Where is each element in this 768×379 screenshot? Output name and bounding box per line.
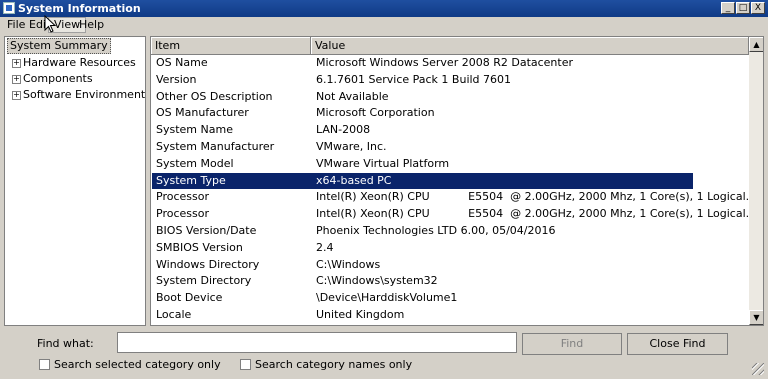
cell-value: VMware Virtual Platform xyxy=(316,156,450,170)
cell-value: Microsoft Windows Server 2008 R2 Datacen… xyxy=(316,56,574,69)
table-row[interactable]: System Manufacturer VMware, Inc. xyxy=(151,139,749,156)
category-tree[interactable]: System Summary + Hardware Resources + Co… xyxy=(4,36,146,326)
find-what-input[interactable] xyxy=(117,332,517,353)
find-button[interactable]: Find xyxy=(522,333,622,355)
table-row[interactable]: Locale United Kingdom xyxy=(151,307,749,324)
table-row[interactable]: BIOS Version/Date Phoenix Technologies LT… xyxy=(151,223,749,240)
cell-item: Version xyxy=(156,72,197,86)
cell-item: OS Name xyxy=(156,56,208,69)
column-header-value[interactable]: Value xyxy=(311,37,749,55)
table-row[interactable]: SMBIOS Version 2.4 xyxy=(151,240,749,257)
cell-item: System Directory xyxy=(156,274,252,288)
details-list[interactable]: Item Value OS Name Microsoft Windows Serv… xyxy=(150,36,764,326)
cell-item: System Model xyxy=(156,156,234,170)
cell-item: Windows Directory xyxy=(156,257,260,271)
search-category-names-label[interactable]: Search category names only xyxy=(255,358,412,371)
cell-item: System Manufacturer xyxy=(156,139,275,153)
cell-value: Not Available xyxy=(316,89,389,103)
tree-item-components[interactable]: + Components xyxy=(5,71,145,87)
table-row[interactable]: OS Manufacturer Microsoft Corporation xyxy=(151,105,749,122)
menu-help[interactable]: Help xyxy=(74,17,109,33)
cell-item: System Type xyxy=(156,173,226,187)
search-category-names-checkbox[interactable] xyxy=(240,359,251,370)
tree-item-label: Components xyxy=(23,72,93,85)
cell-value: C:\Windows xyxy=(316,257,381,271)
find-what-label: Find what: xyxy=(37,337,94,350)
scroll-up-arrow-icon[interactable]: ▲ xyxy=(749,37,763,52)
mouse-cursor-icon xyxy=(44,15,56,33)
list-rows: OS Name Microsoft Windows Server 2008 R2 … xyxy=(151,55,756,324)
table-row[interactable]: OS Name Microsoft Windows Server 2008 R2 … xyxy=(151,55,749,72)
minimize-button[interactable]: _ xyxy=(721,2,735,14)
cell-value: United Kingdom xyxy=(316,307,405,321)
table-row[interactable]: Other OS Description Not Available xyxy=(151,89,749,106)
tree-item-software-environment[interactable]: + Software Environment xyxy=(5,87,145,103)
vertical-scrollbar[interactable]: ▲ ▼ xyxy=(749,37,763,325)
resize-grip-icon[interactable] xyxy=(752,363,764,375)
cell-value: VMware, Inc. xyxy=(316,139,387,153)
cell-value: LAN-2008 xyxy=(316,123,371,137)
system-information-app-icon[interactable] xyxy=(3,2,15,14)
table-row[interactable]: Processor Intel(R) Xeon(R) CPU E5504 @ 2.… xyxy=(151,206,756,223)
cell-value: x64-based PC xyxy=(316,173,392,187)
list-header: Item Value xyxy=(151,37,749,55)
maximize-button[interactable]: □ xyxy=(736,2,750,14)
search-selected-category-checkbox[interactable] xyxy=(39,359,50,370)
table-row[interactable]: Processor Intel(R) Xeon(R) CPU E5504 @ 2.… xyxy=(151,189,756,206)
cell-value: Intel(R) Xeon(R) CPU E5504 @ 2.00GHz, 20… xyxy=(316,190,757,204)
table-row[interactable]: Boot Device \Device\HarddiskVolume1 xyxy=(151,290,749,307)
cell-value: 2.4 xyxy=(316,240,334,254)
cell-item: Processor xyxy=(156,190,209,204)
tree-item-label: Hardware Resources xyxy=(23,56,136,69)
window-title: System Information xyxy=(18,2,141,15)
cell-value: Phoenix Technologies LTD 6.00, 05/04/201… xyxy=(316,223,556,237)
cell-value: C:\Windows\system32 xyxy=(316,274,438,288)
cell-item: Other OS Description xyxy=(156,89,273,103)
cell-item: System Name xyxy=(156,123,233,137)
tree-item-hardware-resources[interactable]: + Hardware Resources xyxy=(5,55,145,71)
table-row[interactable]: Windows Directory C:\Windows xyxy=(151,257,749,274)
table-row[interactable]: System Model VMware Virtual Platform xyxy=(151,156,749,173)
tree-item-system-summary[interactable]: System Summary xyxy=(7,38,111,54)
close-find-button[interactable]: Close Find xyxy=(627,333,728,355)
search-selected-category-label[interactable]: Search selected category only xyxy=(54,358,221,371)
cell-item: SMBIOS Version xyxy=(156,240,243,254)
expand-icon[interactable]: + xyxy=(12,59,21,68)
column-header-item[interactable]: Item xyxy=(151,37,311,55)
cell-item: Boot Device xyxy=(156,291,223,305)
close-button[interactable]: X xyxy=(751,2,765,14)
tree-item-label: Software Environment xyxy=(23,88,146,101)
cell-item: Processor xyxy=(156,207,209,221)
expand-icon[interactable]: + xyxy=(12,75,21,84)
expand-icon[interactable]: + xyxy=(12,91,21,100)
cell-item: BIOS Version/Date xyxy=(156,223,257,237)
table-row[interactable]: Version 6.1.7601 Service Pack 1 Build 760… xyxy=(151,72,749,89)
cell-value: Intel(R) Xeon(R) CPU E5504 @ 2.00GHz, 20… xyxy=(316,207,757,221)
cell-value: 6.1.7601 Service Pack 1 Build 7601 xyxy=(316,72,512,86)
cell-item: Locale xyxy=(156,307,192,321)
table-row[interactable]: System Directory C:\Windows\system32 xyxy=(151,273,749,290)
scroll-down-arrow-icon[interactable]: ▼ xyxy=(749,310,763,325)
table-row[interactable]: System Name LAN-2008 xyxy=(151,122,749,139)
table-row[interactable]: System Type x64-based PC xyxy=(152,172,693,190)
cell-value: \Device\HarddiskVolume1 xyxy=(316,291,458,305)
menu-bar: File Edit View Help xyxy=(0,17,768,33)
cell-value: Microsoft Corporation xyxy=(316,106,435,120)
cell-item: OS Manufacturer xyxy=(156,106,249,120)
